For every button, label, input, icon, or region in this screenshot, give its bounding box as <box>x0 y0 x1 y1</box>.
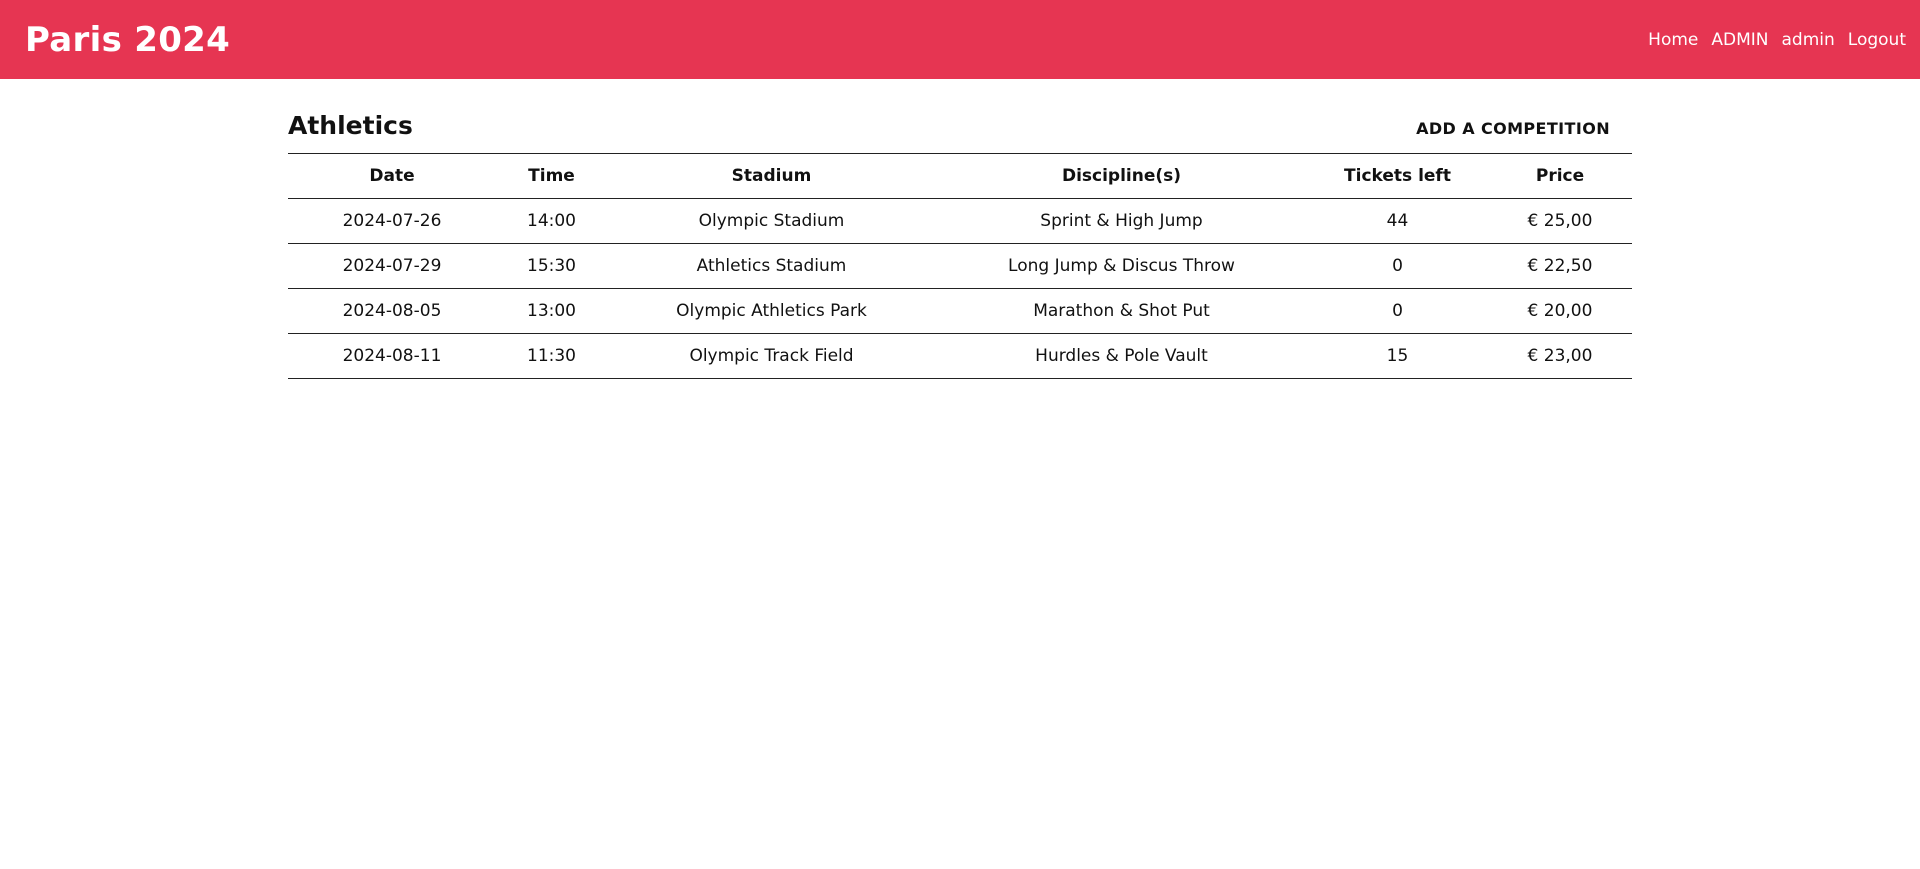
table-row: 2024-08-11 11:30 Olympic Track Field Hur… <box>288 333 1632 379</box>
cell-disciplines: Sprint & High Jump <box>936 198 1307 244</box>
table-row: 2024-07-29 15:30 Athletics Stadium Long … <box>288 243 1632 289</box>
cell-disciplines: Hurdles & Pole Vault <box>936 333 1307 379</box>
table-header: Date Time Stadium Discipline(s) Tickets … <box>288 153 1632 199</box>
cell-disciplines: Long Jump & Discus Throw <box>936 243 1307 289</box>
cell-disciplines: Marathon & Shot Put <box>936 288 1307 334</box>
cell-date: 2024-08-05 <box>288 288 496 334</box>
cell-date: 2024-07-29 <box>288 243 496 289</box>
cell-tickets-left: 0 <box>1307 243 1488 289</box>
cell-time: 14:00 <box>496 198 607 244</box>
table-body: 2024-07-26 14:00 Olympic Stadium Sprint … <box>288 198 1632 379</box>
column-header-time: Time <box>496 153 607 199</box>
cell-stadium: Olympic Athletics Park <box>607 288 936 334</box>
cell-time: 15:30 <box>496 243 607 289</box>
nav-user-link[interactable]: admin <box>1782 30 1835 50</box>
cell-stadium: Olympic Track Field <box>607 333 936 379</box>
cell-tickets-left: 44 <box>1307 198 1488 244</box>
nav-home-link[interactable]: Home <box>1648 30 1698 50</box>
column-header-price: Price <box>1488 153 1632 199</box>
cell-tickets-left: 0 <box>1307 288 1488 334</box>
cell-price: € 22,50 <box>1488 243 1632 289</box>
cell-time: 11:30 <box>496 333 607 379</box>
column-header-tickets-left: Tickets left <box>1307 153 1488 199</box>
heading-row: Athletics ADD A COMPETITION <box>288 110 1632 140</box>
nav-logout-link[interactable]: Logout <box>1848 30 1906 50</box>
cell-stadium: Olympic Stadium <box>607 198 936 244</box>
cell-price: € 20,00 <box>1488 288 1632 334</box>
top-navbar: Paris 2024 Home ADMIN admin Logout <box>0 0 1920 79</box>
cell-date: 2024-07-26 <box>288 198 496 244</box>
cell-time: 13:00 <box>496 288 607 334</box>
table-row: 2024-07-26 14:00 Olympic Stadium Sprint … <box>288 198 1632 244</box>
column-header-stadium: Stadium <box>607 153 936 199</box>
brand-logo-link[interactable]: Paris 2024 <box>25 20 230 60</box>
page-title: Athletics <box>288 110 413 140</box>
cell-date: 2024-08-11 <box>288 333 496 379</box>
add-competition-button[interactable]: ADD A COMPETITION <box>1416 119 1610 138</box>
nav-admin-link[interactable]: ADMIN <box>1711 30 1768 50</box>
table-row: 2024-08-05 13:00 Olympic Athletics Park … <box>288 288 1632 334</box>
cell-stadium: Athletics Stadium <box>607 243 936 289</box>
main-content: Athletics ADD A COMPETITION Date Time St… <box>288 79 1632 379</box>
cell-tickets-left: 15 <box>1307 333 1488 379</box>
header-row: Date Time Stadium Discipline(s) Tickets … <box>288 153 1632 199</box>
column-header-disciplines: Discipline(s) <box>936 153 1307 199</box>
cell-price: € 23,00 <box>1488 333 1632 379</box>
cell-price: € 25,00 <box>1488 198 1632 244</box>
main-nav: Home ADMIN admin Logout <box>1635 30 1906 50</box>
column-header-date: Date <box>288 153 496 199</box>
competitions-table: Date Time Stadium Discipline(s) Tickets … <box>288 153 1632 379</box>
